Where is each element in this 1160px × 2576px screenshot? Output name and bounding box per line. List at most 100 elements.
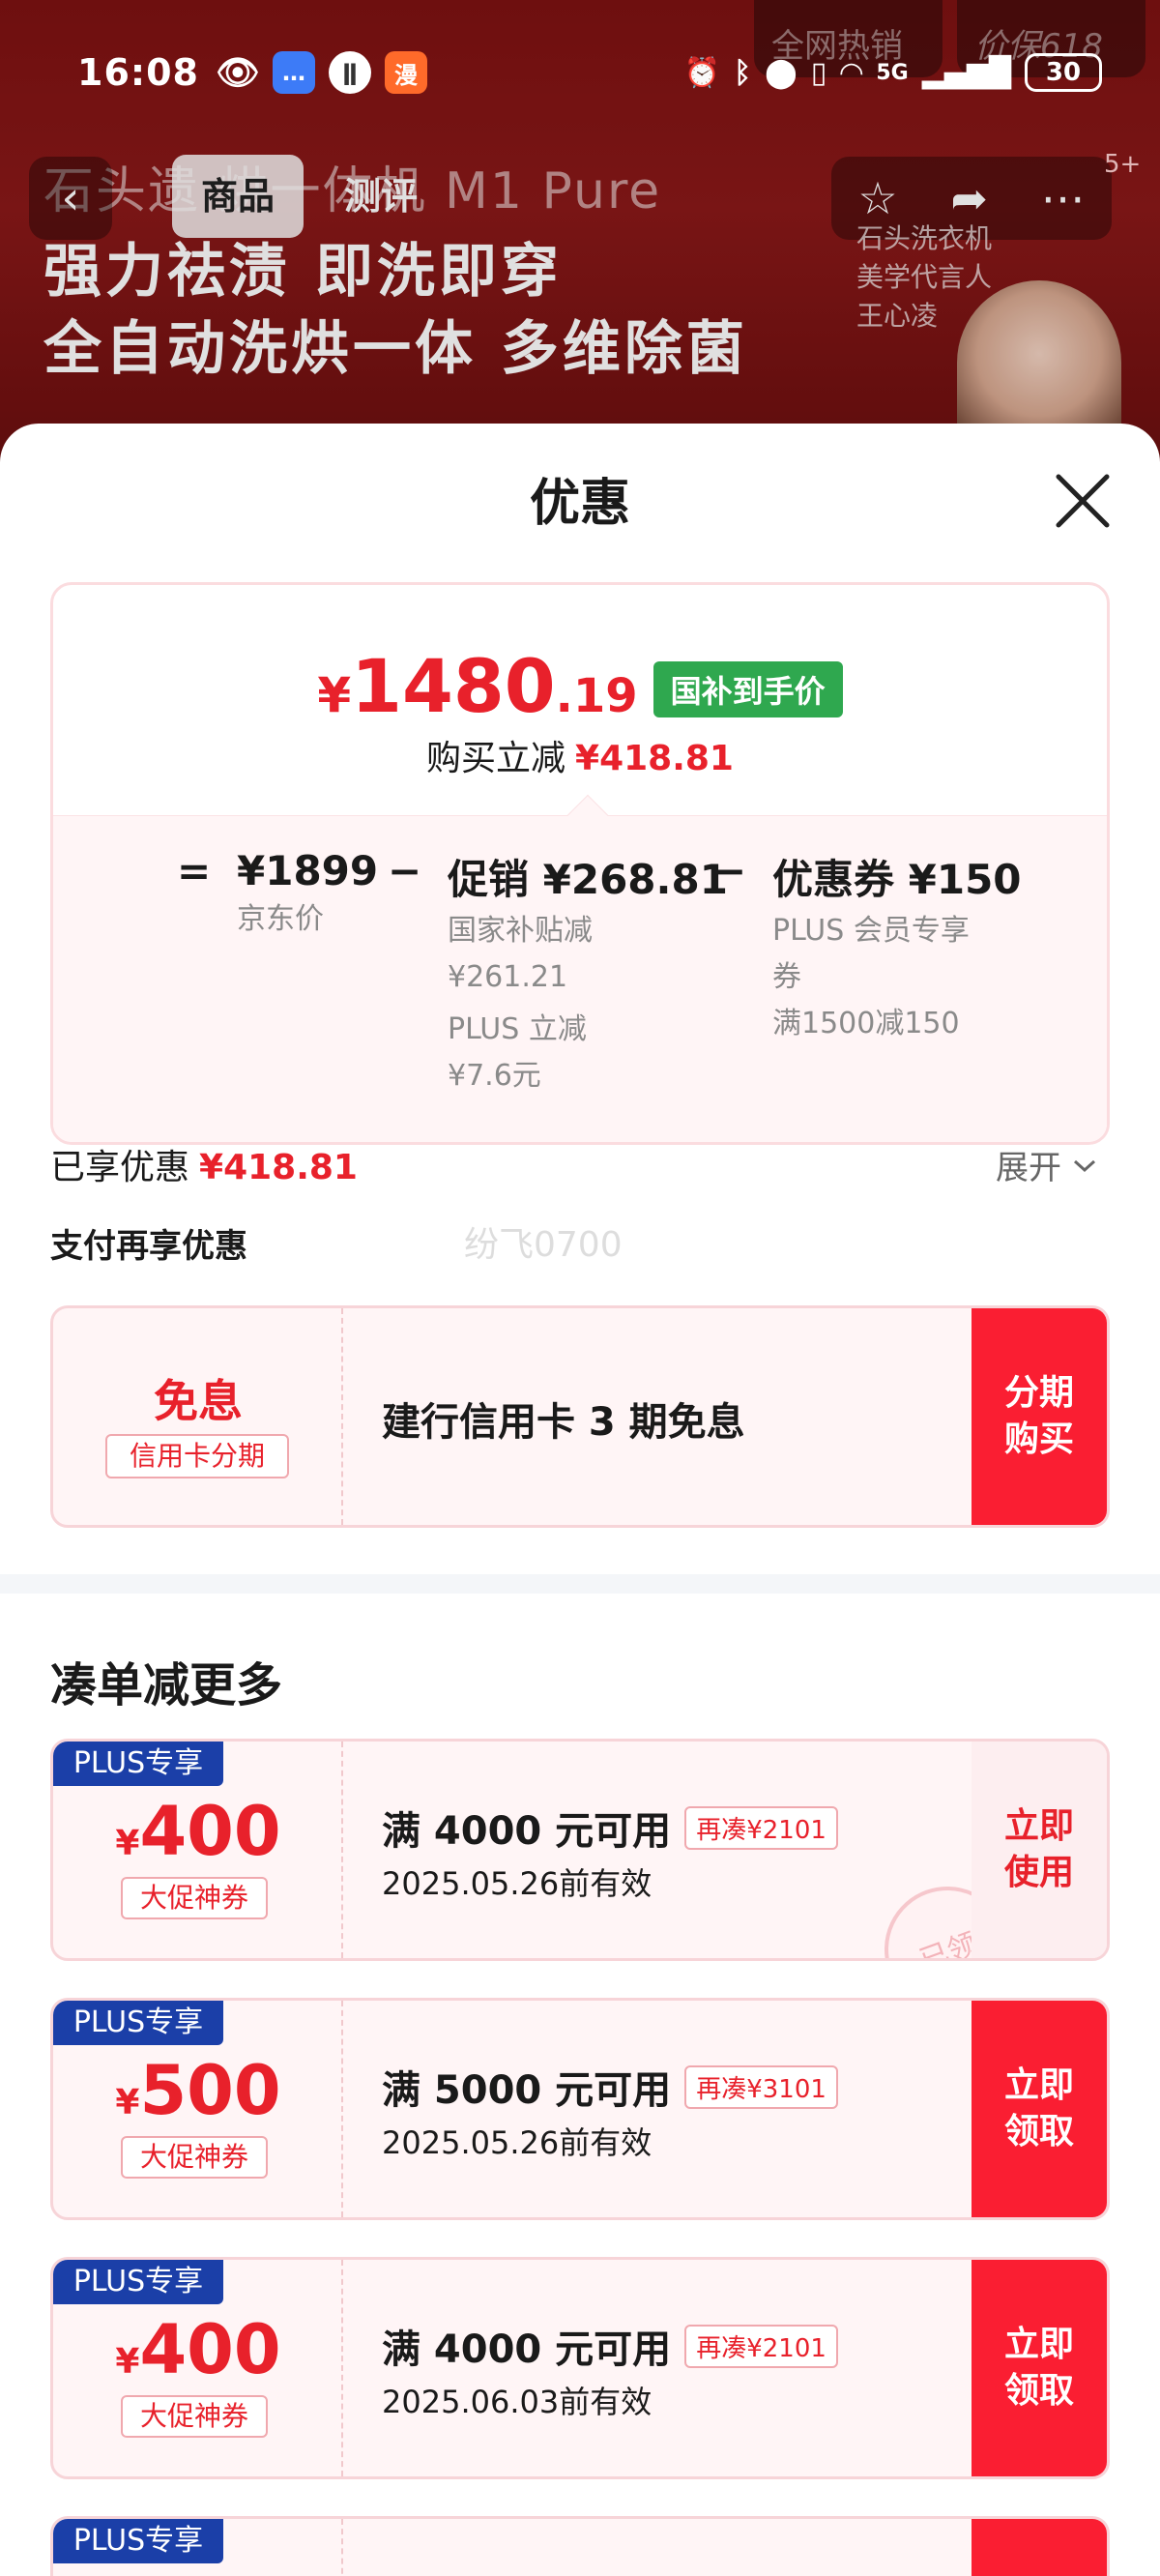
coupon-validity: 2025.05.26前有效 <box>382 2124 652 2161</box>
currency-symbol: ¥ <box>115 2342 140 2382</box>
installment-buy-button[interactable]: 分期 购买 <box>972 1308 1107 1525</box>
claim-now-button[interactable] <box>972 2519 1107 2576</box>
promo-term: 促销 ¥268.81 国家补贴减 ¥261.21 PLUS 立减 ¥7.6元 <box>448 847 728 1098</box>
bluetooth-icon: ᛒ <box>734 55 752 90</box>
claim-now-line-1: 立即 <box>1003 2065 1074 2105</box>
interest-free-tag: 免息 <box>154 1375 243 1427</box>
eye-icon: 👁 <box>216 53 260 93</box>
coupon-condition-text: 满 4000 元可用 <box>382 1809 672 1854</box>
signal-icon: ▂▄▆█ <box>921 55 1011 90</box>
coupon-condition: 满 5000 元可用 再凑¥3101 <box>382 2059 838 2115</box>
coupon-card: PLUS专享 ¥500 大促神券 满 5000 元可用 再凑¥3101 2025.… <box>50 1998 1110 2220</box>
installment-left: 免息 信用卡分期 <box>53 1308 343 1525</box>
currency-symbol: ¥ <box>317 667 352 723</box>
system-icons: ⏰ ᛒ ⬤ ▯ ◠ 5G ▂▄▆█ 30 <box>684 53 1102 92</box>
coupon-term: 优惠券 ¥150 PLUS 会员专享 券 满1500减150 <box>772 847 1022 1045</box>
use-now-button[interactable]: 立即 使用 <box>972 1742 1107 1958</box>
instant-discount-label: 购买立减 <box>426 739 566 778</box>
promo-value: 促销 ¥268.81 <box>448 856 728 903</box>
coupon-amount-area: PLUS专享 ¥400 大促神券 <box>53 2260 343 2476</box>
coupon-validity: 2025.06.03前有效 <box>382 2384 652 2420</box>
add-more-tag: 再凑¥2101 <box>684 2324 838 2368</box>
plus-exclusive-tag: PLUS专享 <box>53 2519 223 2563</box>
expand-button[interactable]: 展开 <box>996 1141 1098 1188</box>
coupon-amount-area: PLUS专享 ¥400 大促神券 <box>53 1742 343 1958</box>
coupon-condition-text: 满 5000 元可用 <box>382 2068 672 2113</box>
coupon-type-tag: 大促神券 <box>121 2395 268 2438</box>
use-now-line-2: 使用 <box>1003 1853 1074 1892</box>
plus-exclusive-tag: PLUS专享 <box>53 2001 223 2045</box>
claim-now-button[interactable]: 立即 领取 <box>972 2260 1107 2476</box>
coupon-amount-area: PLUS专享 <box>53 2519 343 2576</box>
claim-now-label: 立即 领取 <box>1004 2063 1074 2155</box>
coupon-amount-area: PLUS专享 ¥500 大促神券 <box>53 2001 343 2217</box>
coupon-info: 满 4000 元可用 再凑¥2101 2025.05.26前有效 <box>382 1742 972 1958</box>
notification-icons: 👁 … ǁ 漫 <box>216 51 427 94</box>
coupon-note-plus-cont: 券 <box>772 960 801 994</box>
coupon-note-plus: PLUS 会员专享 <box>772 914 970 948</box>
coupon-validity: 2025.05.26前有效 <box>382 1865 652 1902</box>
close-icon[interactable] <box>1049 467 1116 535</box>
coupon-amount: ¥400 <box>53 1792 343 1871</box>
coupon-note-threshold: 满1500减150 <box>772 1007 960 1040</box>
coupon-value: 优惠券 ¥150 <box>772 856 1022 903</box>
installment-buy-line-1: 分期 <box>1003 1373 1074 1413</box>
equals-sign: = <box>177 847 212 894</box>
enjoyed-value: ¥418.81 <box>199 1148 358 1187</box>
jd-price-label: 京东价 <box>237 902 324 936</box>
coupon-type-tag: 大促神券 <box>121 2136 268 2179</box>
status-time: 16:08 <box>77 51 199 94</box>
installment-buy-label: 分期 购买 <box>1004 1370 1074 1463</box>
price-breakdown-card: ¥1480.19 国补到手价 购买立减 ¥418.81 = ¥1899 京东价 −… <box>50 582 1110 1145</box>
credit-installment-tag: 信用卡分期 <box>105 1434 289 1478</box>
final-price-row: ¥1480.19 国补到手价 <box>53 643 1107 729</box>
coupon-card: PLUS专享 ¥400 大促神券 满 4000 元可用 再凑¥2101 2025.… <box>50 2257 1110 2479</box>
installment-card: 免息 信用卡分期 建行信用卡 3 期免息 分期 购买 <box>50 1305 1110 1528</box>
watermark: 纷飞0700 <box>464 1225 623 1265</box>
add-more-tag: 再凑¥2101 <box>684 1805 838 1850</box>
claim-now-label: 立即 领取 <box>1004 2322 1074 2415</box>
chevron-down-icon <box>1073 1159 1096 1172</box>
instant-discount-value: ¥418.81 <box>575 739 734 778</box>
claim-now-button[interactable]: 立即 领取 <box>972 2001 1107 2217</box>
price-decimal: .19 <box>555 669 638 723</box>
final-price: ¥1480.19 <box>317 643 637 729</box>
product-page-background: 全网热销 价保618 石头遗 烘一体机 M1 Pure ‹ 商品 测评 ☆ ➦ … <box>0 0 1160 464</box>
promo-note-national: 国家补贴减 <box>448 914 593 948</box>
price-integer: 1480 <box>351 643 556 729</box>
expand-label: 展开 <box>996 1149 1061 1187</box>
section-divider <box>0 1574 1160 1594</box>
battery-icon: 30 <box>1025 53 1102 92</box>
claim-now-line-2: 领取 <box>1003 2371 1074 2411</box>
jd-price-term: ¥1899 京东价 <box>237 847 378 941</box>
add-more-tag: 再凑¥3101 <box>684 2064 838 2109</box>
coupon-amount: ¥400 <box>53 2310 343 2389</box>
bundle-section-title: 凑单减更多 <box>50 1658 283 1712</box>
pause-app-icon: ǁ <box>328 51 371 94</box>
coupon-info: 满 5000 元可用 再凑¥3101 2025.05.26前有效 <box>382 2001 972 2217</box>
coupon-condition: 满 4000 元可用 再凑¥2101 <box>382 1800 838 1856</box>
currency-symbol: ¥ <box>115 2083 140 2122</box>
coupon-amount-number: 500 <box>139 2051 281 2130</box>
installment-desc: 建行信用卡 3 期免息 <box>382 1400 745 1445</box>
final-price-section: ¥1480.19 国补到手价 购买立减 ¥418.81 <box>53 585 1107 815</box>
location-icon: ⬤ <box>765 55 798 90</box>
promo-note-plus: PLUS 立减 <box>448 1012 587 1046</box>
coupon-amount: ¥500 <box>53 2051 343 2130</box>
currency-symbol: ¥ <box>115 1824 140 1863</box>
sheet-title: 优惠 <box>529 475 630 533</box>
coupon-info: 满 4000 元可用 再凑¥2101 2025.06.03前有效 <box>382 2260 972 2476</box>
coupon-type-tag: 大促神券 <box>121 1877 268 1919</box>
claim-now-line-2: 领取 <box>1003 2112 1074 2152</box>
minus-sign: − <box>712 847 747 894</box>
battery-level: 30 <box>1045 58 1082 87</box>
pay-more-title: 支付再享优惠 <box>50 1227 247 1266</box>
claim-now-line-1: 立即 <box>1003 2325 1074 2364</box>
alarm-icon: ⏰ <box>683 55 721 90</box>
enjoyed-discount: 已享优惠 ¥418.81 <box>50 1139 358 1189</box>
minus-sign: − <box>388 847 422 894</box>
coupon-amount-number: 400 <box>139 2310 281 2389</box>
discount-sheet: 优惠 ¥1480.19 国补到手价 购买立减 ¥418.81 = ¥1899 京东… <box>0 424 1160 2576</box>
instant-discount: 购买立减 ¥418.81 <box>53 730 1107 780</box>
use-now-line-1: 立即 <box>1003 1806 1074 1846</box>
